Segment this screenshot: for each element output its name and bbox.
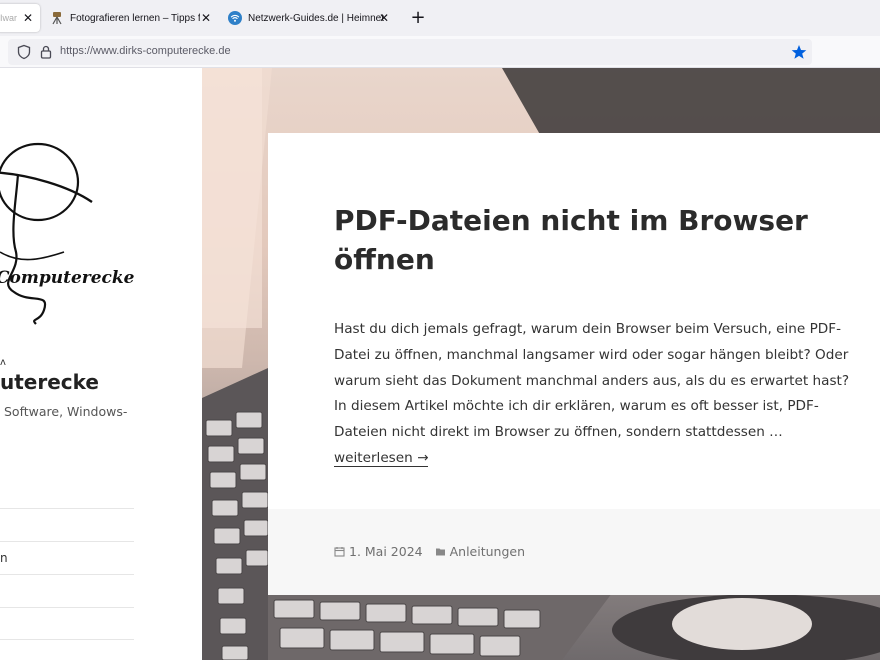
logo-text: Computerecke	[0, 268, 135, 288]
menu-item[interactable]	[0, 508, 134, 541]
tab-label: Netzwerk-Guides.de | Heimnetz	[248, 12, 384, 24]
article-meta: 1. Mai 2024 Anleitungen	[334, 544, 537, 559]
nav-bar: https://www.dirks-computerecke.de	[0, 36, 880, 68]
post-date-text[interactable]: 1. Mai 2024	[349, 544, 423, 559]
post-category-text[interactable]: Anleitungen	[450, 544, 525, 559]
site-description: Software, Windows-	[4, 404, 128, 419]
menu-item[interactable]	[0, 574, 134, 607]
url-bar[interactable]: https://www.dirks-computerecke.de	[8, 39, 812, 65]
close-icon[interactable]: ✕	[198, 10, 214, 26]
article-excerpt: Hast du dich jemals gefragt, warum dein …	[334, 317, 854, 472]
read-more-link[interactable]: weiterlesen →	[334, 449, 429, 467]
article-title[interactable]: PDF-Dateien nicht im Browser öffnen	[334, 201, 814, 279]
article-card: PDF-Dateien nicht im Browser öffnen Hast…	[268, 133, 880, 595]
site-logo[interactable]: Computerecke	[0, 132, 140, 332]
close-icon[interactable]: ✕	[20, 10, 36, 26]
lock-icon[interactable]	[38, 44, 54, 60]
post-date: 1. Mai 2024	[334, 544, 423, 559]
tab-netzwerk-guides[interactable]: Netzwerk-Guides.de | Heimnetz ✕	[224, 4, 396, 32]
calendar-icon	[334, 547, 345, 557]
new-tab-button[interactable]: +	[408, 8, 428, 28]
bookmark-star-icon[interactable]	[790, 43, 808, 61]
excerpt-text: Hast du dich jemals gefragt, warum dein …	[334, 321, 850, 441]
menu-item[interactable]: n	[0, 541, 134, 574]
article-footer: 1. Mai 2024 Anleitungen	[268, 509, 880, 595]
tab-bar: Iwar ✕ Fotografieren lernen – Tipps für …	[0, 0, 880, 36]
site-title-fragment: ʌ	[0, 357, 6, 368]
tab-label: Fotografieren lernen – Tipps für	[70, 12, 200, 24]
folder-icon	[435, 548, 445, 556]
tab-active[interactable]: Iwar ✕	[0, 4, 40, 32]
wifi-icon	[228, 11, 242, 25]
close-icon[interactable]: ✕	[376, 10, 392, 26]
site-title[interactable]: uterecke	[0, 370, 99, 394]
menu-item[interactable]	[0, 607, 134, 640]
tab-fotografieren[interactable]: Fotografieren lernen – Tipps für ✕	[46, 4, 218, 32]
sidebar-menu: n	[0, 508, 134, 640]
site-sidebar: Computerecke ʌ uterecke Software, Window…	[0, 68, 202, 660]
post-category: Anleitungen	[435, 544, 525, 559]
url-text[interactable]: https://www.dirks-computerecke.de	[60, 45, 231, 57]
shield-icon[interactable]	[16, 44, 32, 60]
camera-tripod-icon	[50, 11, 64, 25]
